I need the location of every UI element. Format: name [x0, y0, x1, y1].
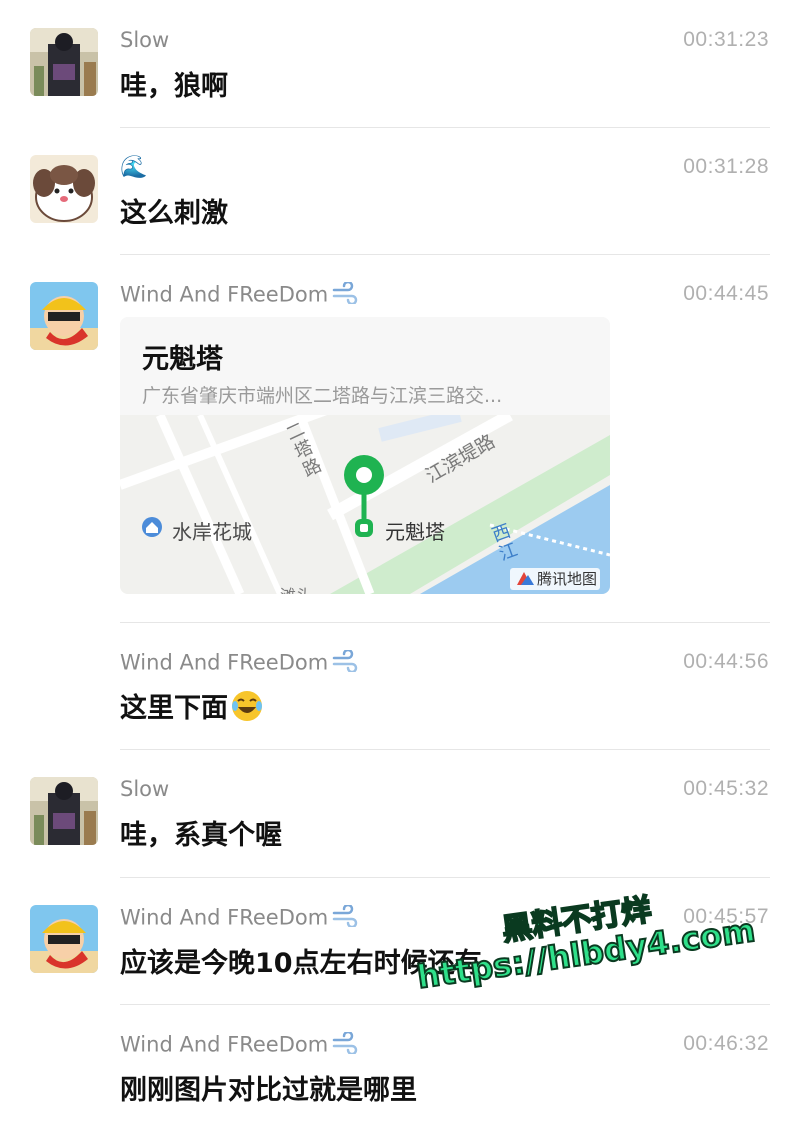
wind-emoji-icon — [332, 280, 358, 309]
message-time: 00:31:28 — [683, 155, 769, 178]
map-marker-label: 元魁塔 — [385, 520, 445, 544]
location-map[interactable]: 水岸花城 元魁塔 江滨堤路 二塔路 西江 滩头 腾讯地图 — [120, 400, 610, 594]
message-text[interactable]: 刚刚图片对比过就是哪里 — [120, 1068, 417, 1107]
sender-name: 🌊 — [120, 155, 148, 180]
avatar-slow[interactable] — [30, 28, 98, 96]
divider — [120, 1004, 770, 1005]
sender-name: Wind And FReeDom — [120, 280, 358, 309]
map-brand-label: 腾讯地图 — [537, 570, 598, 588]
avatar-slow[interactable] — [30, 777, 98, 845]
laughing-tears-emoji-icon — [230, 689, 264, 730]
avatar-wind[interactable] — [30, 282, 98, 350]
map-poi-label: 水岸花城 — [172, 520, 252, 544]
location-header: 元魁塔 广东省肇庆市端州区二塔路与江滨三路交... — [120, 317, 610, 415]
message-text[interactable]: 哇，狼啊 — [120, 64, 228, 103]
divider — [120, 749, 770, 750]
message-text[interactable]: 这里下面 — [120, 686, 264, 730]
sender-name: Slow — [120, 28, 170, 52]
message-time: 00:44:56 — [683, 650, 769, 673]
divider — [120, 622, 770, 623]
map-partial-label: 滩头 — [280, 582, 312, 594]
message-time: 00:44:45 — [683, 282, 769, 305]
sender-name: Slow — [120, 777, 170, 801]
avatar-wind[interactable] — [30, 905, 98, 973]
wind-emoji-icon — [332, 1030, 358, 1059]
message-text[interactable]: 哇，系真个喔 — [120, 813, 282, 852]
divider — [120, 254, 770, 255]
message-time: 00:31:23 — [683, 28, 769, 51]
sender-name: Wind And FReeDom — [120, 648, 358, 677]
location-name: 元魁塔 — [142, 344, 223, 375]
divider — [120, 877, 770, 878]
sender-name: Wind And FReeDom — [120, 903, 358, 932]
wind-emoji-icon — [332, 648, 358, 677]
message-text[interactable]: 这么刺激 — [120, 191, 228, 230]
message-time: 00:46:32 — [683, 1032, 769, 1055]
location-address: 广东省肇庆市端州区二塔路与江滨三路交... — [142, 385, 503, 407]
divider — [120, 127, 770, 128]
avatar-dog[interactable] — [30, 155, 98, 223]
message-time: 00:45:32 — [683, 777, 769, 800]
wind-emoji-icon — [332, 903, 358, 932]
sender-name: Wind And FReeDom — [120, 1030, 358, 1059]
location-card[interactable]: 元魁塔 广东省肇庆市端州区二塔路与江滨三路交... 水岸花城 元魁塔 江滨堤路 … — [120, 317, 610, 594]
